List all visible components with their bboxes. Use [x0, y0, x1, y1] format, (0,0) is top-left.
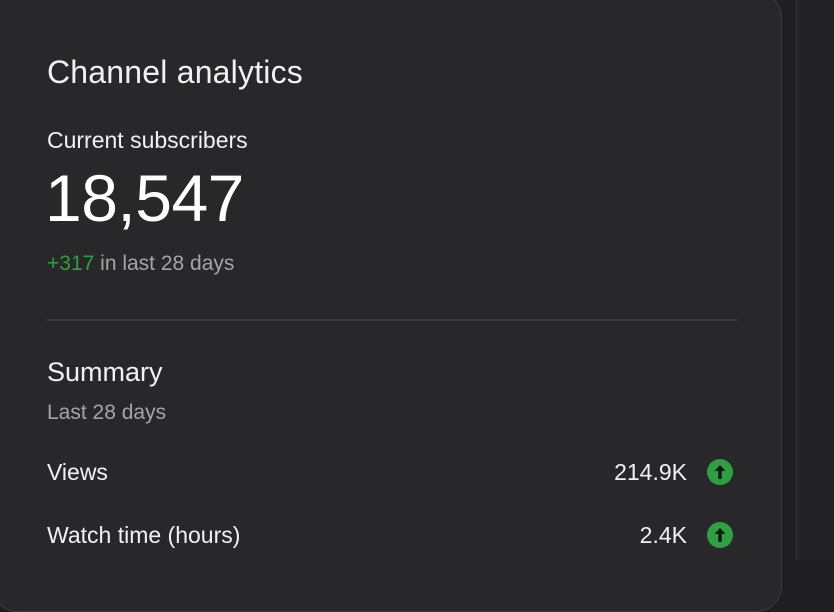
summary-row-watch-time[interactable]: Watch time (hours) 2.4K — [47, 519, 733, 551]
arrow-up-icon — [707, 522, 733, 548]
section-divider — [47, 319, 737, 321]
subscribers-delta: +317 — [47, 252, 95, 275]
subscribers-label: Current subscribers — [47, 127, 248, 153]
summary-period: Last 28 days — [47, 401, 167, 424]
subscribers-count: 18,547 — [45, 161, 244, 235]
metric-label: Watch time (hours) — [47, 522, 241, 548]
subscribers-period: in last 28 days — [94, 252, 235, 275]
summary-row-views[interactable]: Views 214.9K — [47, 456, 733, 488]
adjacent-panel — [796, 0, 834, 560]
metric-label: Views — [47, 459, 108, 485]
metric-value: 214.9K — [614, 459, 687, 485]
subscribers-change: +317 in last 28 days — [47, 250, 234, 278]
summary-title: Summary — [47, 357, 163, 387]
card-title: Channel analytics — [47, 54, 303, 90]
metric-value: 2.4K — [639, 522, 687, 548]
arrow-up-icon — [707, 459, 733, 485]
